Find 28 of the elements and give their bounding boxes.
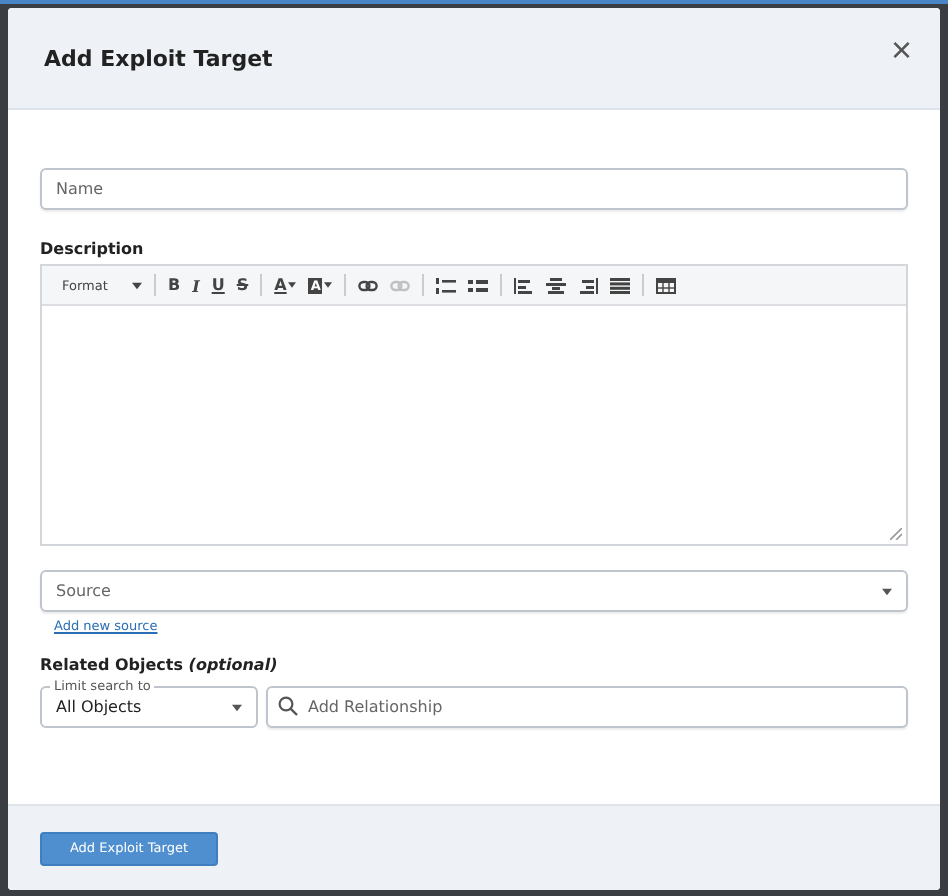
name-field[interactable]: Name [40,168,908,210]
caret-icon [132,281,142,289]
caret-icon [882,587,892,595]
text-color-button[interactable]: A [270,271,301,299]
justify-icon [610,277,631,293]
dialog-title: Add Exploit Target [44,45,273,71]
source-dropdown[interactable]: Source [40,570,908,612]
close-button[interactable]: × [890,32,912,68]
caret-icon [324,282,333,288]
description-label: Description [40,240,146,258]
caret-icon [288,282,297,288]
bullet-list-icon [468,277,489,293]
resize-grip-icon[interactable] [890,528,902,540]
format-button[interactable]: S [232,271,253,299]
align-right-icon [578,277,599,293]
related-objects-label: Related Objects (optional) [40,656,280,674]
numbered-list-icon [436,277,457,293]
caret-icon [232,703,242,711]
align-left-icon [514,277,535,293]
search-icon [278,696,298,716]
link-icon [390,277,411,293]
relationship-search-field[interactable]: Add Relationship [266,686,908,728]
format-button[interactable]: B [164,271,185,299]
link-icon [358,277,379,293]
align-center-icon [546,277,567,293]
table-icon [656,277,677,293]
format-button[interactable]: U [207,271,229,299]
format-button[interactable]: I [188,271,204,299]
